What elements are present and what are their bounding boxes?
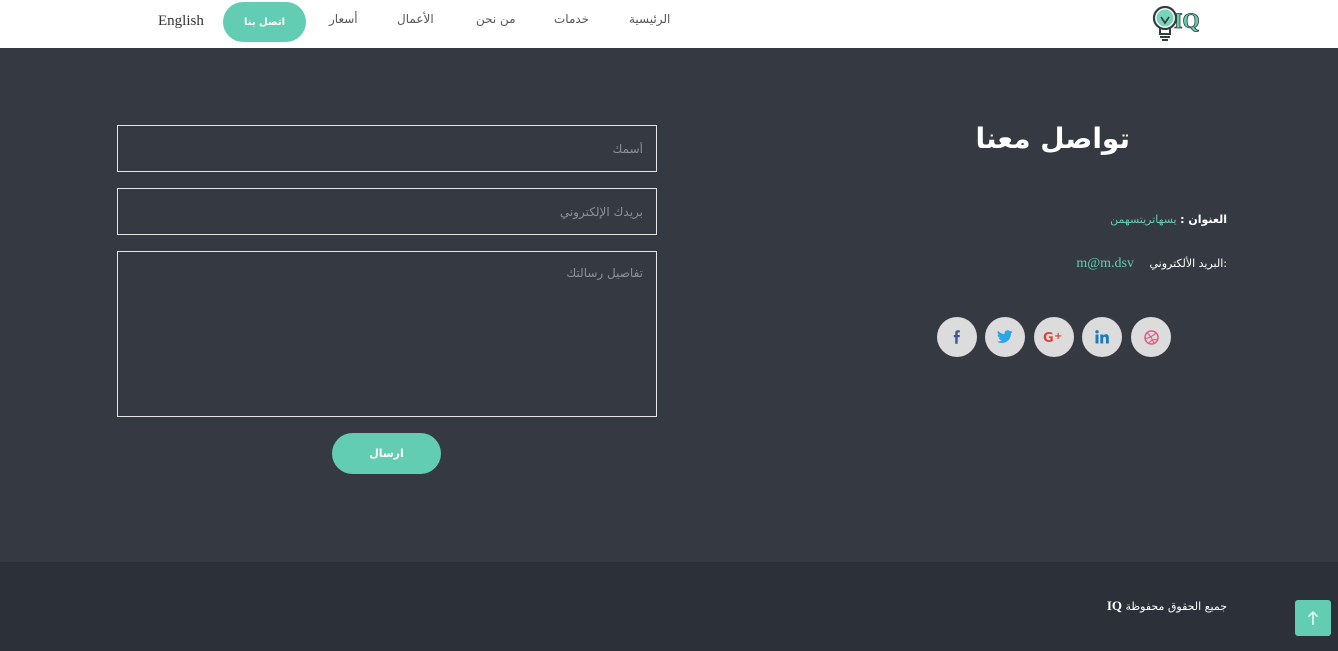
email-label: :البريد الألكتروني [1149, 257, 1227, 270]
language-switch-link[interactable]: English [158, 13, 204, 30]
email-input[interactable] [117, 188, 657, 235]
top-navbar: English اتصل بنا أسعار الأعمال من نحن خد… [0, 0, 1338, 48]
address-row: العنوان : يسهاتريتسهمن [1110, 213, 1227, 226]
twitter-button[interactable] [985, 317, 1025, 357]
google-plus-button[interactable]: G + [1034, 317, 1074, 357]
google-plus-icon: G + [1043, 331, 1062, 344]
message-textarea[interactable] [117, 251, 657, 417]
page-title: تواصل معنا [975, 122, 1130, 155]
nav-item-pricing[interactable]: أسعار [329, 12, 358, 26]
nav-item-services[interactable]: خدمات [554, 12, 589, 26]
svg-text:G: G [1043, 331, 1054, 344]
scroll-to-top-button[interactable] [1295, 600, 1331, 636]
arrow-up-icon [1308, 611, 1318, 625]
nav-item-works[interactable]: الأعمال [397, 12, 434, 26]
address-label: العنوان : [1180, 213, 1227, 226]
linkedin-icon [1095, 330, 1109, 344]
send-button[interactable]: ارسال [332, 433, 441, 474]
name-input[interactable] [117, 125, 657, 172]
copyright-label: جميع الحقوق محفوظة [1125, 600, 1227, 613]
facebook-icon [953, 330, 960, 344]
linkedin-button[interactable] [1082, 317, 1122, 357]
dribbble-icon [1143, 329, 1159, 345]
svg-text:IQ: IQ [1174, 8, 1200, 33]
nav-item-home[interactable]: الرئيسية [629, 12, 670, 26]
address-value: يسهاتريتسهمن [1110, 213, 1177, 226]
footer: جميع الحقوق محفوظة IQ [0, 562, 1338, 651]
nav-item-contact[interactable]: اتصل بنا [223, 2, 306, 42]
copyright-brand: IQ [1106, 598, 1122, 613]
nav-item-about[interactable]: من نحن [476, 12, 516, 26]
facebook-button[interactable] [937, 317, 977, 357]
twitter-icon [997, 330, 1013, 343]
site-logo[interactable]: IQ [1150, 2, 1204, 44]
lightbulb-logo-icon: IQ [1152, 5, 1200, 41]
copyright-text: جميع الحقوق محفوظة IQ [1107, 598, 1227, 614]
svg-text:+: + [1054, 331, 1062, 342]
email-row: :البريد الألكتروني m@m.dsv [1076, 256, 1227, 272]
email-link[interactable]: m@m.dsv [1076, 256, 1134, 271]
dribbble-button[interactable] [1131, 317, 1171, 357]
